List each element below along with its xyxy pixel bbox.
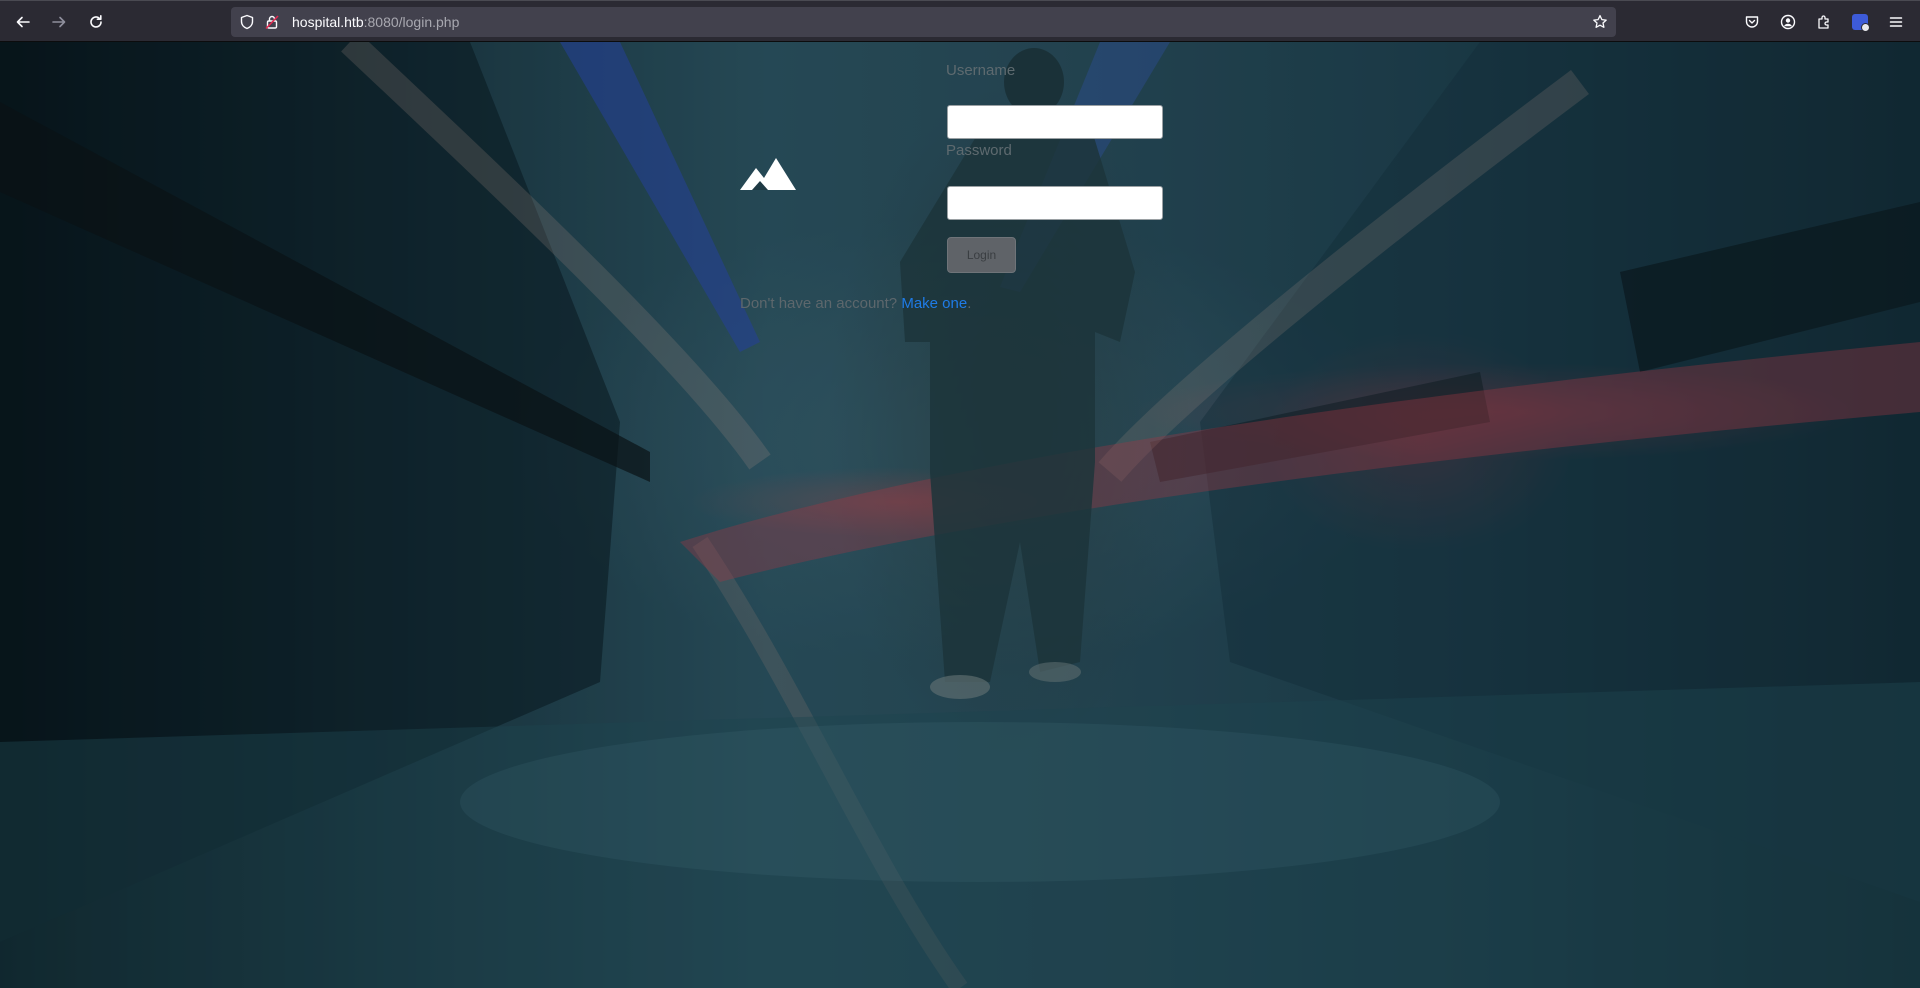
extension-button[interactable] [1845,8,1875,36]
username-input[interactable] [947,105,1163,139]
signup-prompt: Don't have an account? Make one. [740,295,971,312]
page-viewport: Username Password Login Don't have an ac… [0,42,1920,988]
lock-icon [265,15,279,30]
login-button[interactable]: Login [947,237,1016,273]
url-host: hospital.htb [292,14,364,30]
make-account-link[interactable]: Make one [901,295,967,312]
reload-icon [90,15,102,28]
extensions-button[interactable] [1809,8,1839,36]
extension-icon [1852,14,1870,32]
arrow-right-icon [52,16,66,28]
pocket-button[interactable] [1737,8,1767,36]
password-label: Password [946,142,1012,159]
browser-toolbar: hospital.htb:8080/login.php [0,0,1920,42]
hamburger-menu-icon [1889,17,1903,27]
password-input[interactable] [947,186,1163,220]
back-button[interactable] [8,8,38,36]
mountain-logo-icon [740,158,796,190]
signup-prompt-text: Don't have an account? [740,295,898,312]
reload-button[interactable] [81,8,111,36]
signup-suffix: . [967,295,972,312]
forward-button[interactable] [44,8,74,36]
url-path: :8080/login.php [363,14,460,30]
background-dim-overlay [0,42,1920,988]
pocket-icon [1745,16,1759,28]
url-text[interactable]: hospital.htb:8080/login.php [292,14,459,30]
url-bar[interactable]: hospital.htb:8080/login.php [231,7,1616,37]
star-icon[interactable] [1592,14,1608,30]
tracking-protection-button[interactable] [239,14,255,30]
puzzle-icon [1818,15,1829,29]
arrow-left-icon [16,16,30,28]
site-info-button[interactable] [264,14,280,30]
account-button[interactable] [1773,8,1803,36]
menu-button[interactable] [1881,8,1911,36]
shield-icon [240,14,254,30]
username-label: Username [946,62,1016,79]
account-icon [1780,14,1796,30]
